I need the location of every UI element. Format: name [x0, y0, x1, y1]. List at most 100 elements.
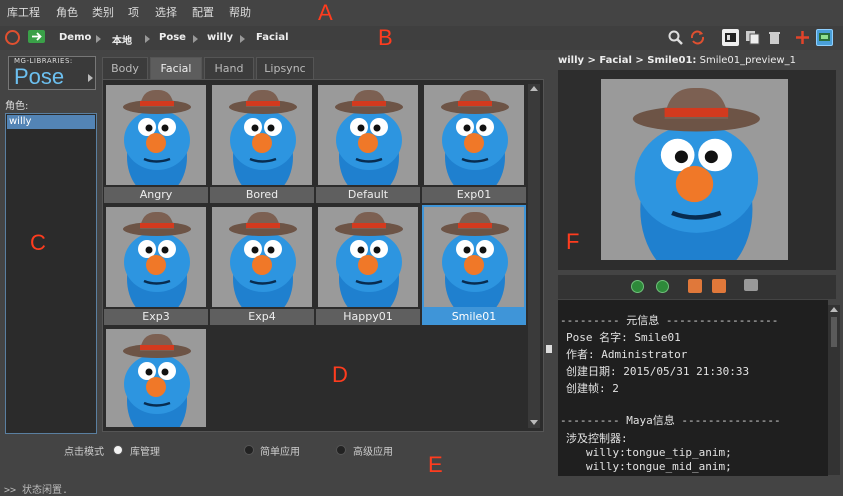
annotation-b: B	[378, 25, 393, 50]
character-face-icon	[601, 79, 788, 260]
go-icon[interactable]	[28, 30, 45, 43]
pose-item-smile01[interactable]: Smile01	[422, 201, 526, 325]
annotation-d: D	[332, 362, 348, 387]
pose-item-happy01[interactable]: Happy01	[316, 201, 420, 325]
radio-advanced[interactable]	[336, 445, 346, 455]
scroll-up-icon[interactable]	[830, 307, 838, 312]
annotation-a: A	[318, 0, 333, 25]
add-icon[interactable]	[794, 29, 811, 46]
info-scrollbar[interactable]	[828, 305, 840, 475]
pose-item-angry[interactable]: Angry	[104, 79, 208, 203]
character-face-icon	[212, 85, 312, 185]
menu-item-role[interactable]: 角色	[56, 4, 78, 20]
breadcrumb-facial[interactable]: Facial	[256, 32, 289, 43]
status-text: >> 状态闲置.	[4, 485, 69, 496]
breadcrumb-pose[interactable]: Pose	[159, 32, 186, 43]
controller-line: willy:tongue_mid_anim;	[586, 460, 732, 473]
prev-icon[interactable]	[688, 279, 702, 293]
menu-item-item[interactable]: 项	[128, 4, 139, 20]
last-frame-icon[interactable]	[656, 280, 669, 293]
pose-thumbnail	[106, 329, 206, 427]
radio-simple[interactable]	[244, 445, 254, 455]
pose-item-exp4[interactable]: Exp4	[210, 201, 314, 325]
pose-item-exp01[interactable]: Exp01	[422, 79, 526, 203]
radio-simple-label[interactable]: 简单应用	[260, 443, 300, 458]
radio-library-label[interactable]: 库管理	[130, 443, 160, 458]
arrow-right-icon	[32, 32, 42, 41]
copy-icon[interactable]	[744, 29, 761, 46]
grid-scrollbar[interactable]	[528, 84, 540, 428]
menu-bar: 库工程 角色 类别 项 选择 配置 帮助	[0, 0, 843, 22]
character-face-icon	[424, 207, 524, 307]
first-frame-icon[interactable]	[631, 280, 644, 293]
menu-item-config[interactable]: 配置	[192, 4, 214, 20]
character-face-icon	[106, 207, 206, 307]
record-icon[interactable]	[5, 30, 20, 45]
tab-body[interactable]: Body	[102, 57, 148, 79]
character-face-icon	[318, 207, 418, 307]
role-list[interactable]: willy	[5, 113, 97, 434]
splitter-handle[interactable]	[546, 345, 552, 353]
annotation-f: F	[566, 229, 580, 254]
pose-label: Smile01	[422, 309, 526, 325]
scroll-down-icon[interactable]	[530, 420, 538, 425]
created-line: 创建日期: 2015/05/31 21:30:33	[566, 365, 750, 378]
logo-arrow-icon[interactable]	[88, 74, 93, 82]
breadcrumb-demo[interactable]: Demo	[59, 32, 91, 43]
controllers-label: 涉及控制器:	[566, 432, 628, 445]
role-label: 角色:	[5, 101, 29, 112]
pose-thumbnail	[106, 207, 206, 307]
scroll-up-icon[interactable]	[530, 86, 538, 91]
author-line: 作者: Administrator	[566, 348, 688, 361]
character-face-icon	[106, 329, 206, 427]
logo-main-text: Pose	[14, 64, 65, 89]
pose-item-exp3[interactable]: Exp3	[104, 201, 208, 325]
pose-thumbnail	[212, 207, 312, 307]
breadcrumb-separator-icon	[240, 35, 245, 43]
tab-hand[interactable]: Hand	[204, 57, 254, 79]
pose-thumbnail	[318, 207, 418, 307]
character-face-icon	[424, 85, 524, 185]
trash-icon[interactable]	[766, 29, 783, 46]
id-card-icon[interactable]	[722, 29, 739, 46]
pose-thumbnail	[422, 205, 526, 309]
role-item-willy[interactable]: willy	[7, 115, 95, 129]
radio-library[interactable]	[113, 445, 123, 455]
tab-facial[interactable]: Facial	[150, 57, 202, 79]
menu-item-help[interactable]: 帮助	[229, 4, 251, 20]
radio-advanced-label[interactable]: 高级应用	[353, 443, 393, 458]
preview-screen-icon[interactable]	[816, 29, 833, 46]
pose-item-bored[interactable]: Bored	[210, 79, 314, 203]
breadcrumb-local[interactable]: 本地	[112, 32, 132, 47]
refresh-icon[interactable]	[689, 29, 706, 46]
frame-line: 创建帧: 2	[566, 382, 619, 395]
breadcrumb-separator-icon	[145, 35, 150, 43]
toolbar: Demo 本地 Pose willy Facial	[0, 26, 843, 50]
pose-label: Happy01	[316, 309, 420, 325]
pose-item-default[interactable]: Default	[316, 79, 420, 203]
controller-line: willy:tongue_tip_anim;	[586, 446, 732, 459]
annotation-c: C	[30, 230, 46, 255]
scroll-thumb[interactable]	[831, 317, 837, 347]
next-icon[interactable]	[712, 279, 726, 293]
preview-path: willy > Facial > Smile01:	[558, 55, 697, 66]
pose-thumbnail	[106, 85, 206, 185]
annotation-e: E	[428, 452, 443, 477]
tab-lipsync[interactable]: Lipsync	[256, 57, 314, 79]
preview-name: Smile01_preview_1	[699, 55, 796, 66]
breadcrumb-willy[interactable]: willy	[207, 32, 233, 43]
pose-name-line: Pose 名字: Smile01	[566, 331, 681, 344]
folder-icon[interactable]	[744, 279, 758, 291]
menu-item-category[interactable]: 类别	[92, 4, 114, 20]
menu-item-project[interactable]: 库工程	[7, 4, 40, 20]
breadcrumb-separator-icon	[96, 35, 101, 43]
zoom-icon[interactable]	[667, 29, 684, 46]
pose-thumbnail	[424, 85, 524, 185]
pose-item-unnamed[interactable]	[104, 323, 208, 445]
menu-item-select[interactable]: 选择	[155, 4, 177, 20]
character-face-icon	[106, 85, 206, 185]
info-panel: --------- 元信息 ----------------- Pose 名字:…	[558, 300, 828, 476]
logo: MG-LIBRARIES: Pose	[8, 56, 96, 90]
mode-label: 点击模式	[64, 447, 104, 458]
preview-title: willy > Facial > Smile01: Smile01_previe…	[558, 55, 796, 66]
